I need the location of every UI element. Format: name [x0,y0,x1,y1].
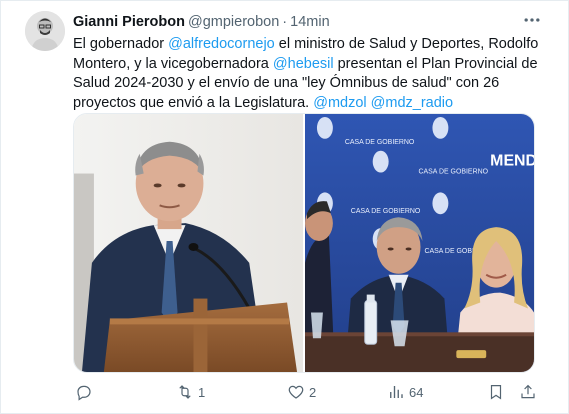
share-icon [519,383,537,401]
text-segment: El gobernador [73,36,169,52]
views-icon [387,383,405,401]
like-count: 2 [309,384,317,400]
display-name[interactable]: Gianni Pierobon [73,14,185,30]
retweet-icon [176,383,194,401]
views-count: 64 [409,384,424,400]
photo-left[interactable] [74,114,303,372]
bookmark-icon [487,383,505,401]
photo-right[interactable]: CASA DE GOBIERNO CASA DE GOBIERNO CASA D… [305,114,534,372]
more-icon[interactable] [520,10,544,30]
tweet-header: Gianni Pierobon @gmpierobon · 14min [73,13,330,31]
tweet-text: El gobernador @alfredocornejo el ministr… [73,35,551,113]
reply-button[interactable] [75,383,97,401]
views-button[interactable]: 64 [387,383,423,401]
banner-text: CASA DE GOBIERNO [351,208,421,215]
avatar[interactable] [25,11,65,51]
timestamp[interactable]: 14min [290,14,330,30]
mention-link[interactable]: @mdz_radio [371,95,453,111]
banner-brand: MENDO [490,153,534,170]
like-button[interactable]: 2 [287,383,316,401]
bookmark-button[interactable] [487,383,505,401]
mention-link[interactable]: @mdzol [313,95,366,111]
photo-table-image: CASA DE GOBIERNO CASA DE GOBIERNO CASA D… [305,114,534,372]
tweet-card[interactable]: Gianni Pierobon @gmpierobon · 14min El gobe… [0,0,569,414]
banner-text: CASA DE GOBIERNO [419,169,489,176]
banner-text: CASA DE GOBIERNO [345,139,415,146]
share-button[interactable] [519,383,537,401]
mention-link[interactable]: @alfredocornejo [168,36,275,52]
heart-icon [287,383,305,401]
photo-podium-image [74,114,303,372]
reply-icon [75,383,93,401]
tweet-actions: 1 2 64 [73,383,543,405]
retweet-button[interactable]: 1 [176,383,205,401]
user-handle[interactable]: @gmpierobon [188,14,279,30]
separator-dot: · [282,14,288,30]
mention-link[interactable]: @hebesil [273,56,334,72]
retweet-count: 1 [198,384,206,400]
tweet-media[interactable]: CASA DE GOBIERNO CASA DE GOBIERNO CASA D… [73,113,535,373]
